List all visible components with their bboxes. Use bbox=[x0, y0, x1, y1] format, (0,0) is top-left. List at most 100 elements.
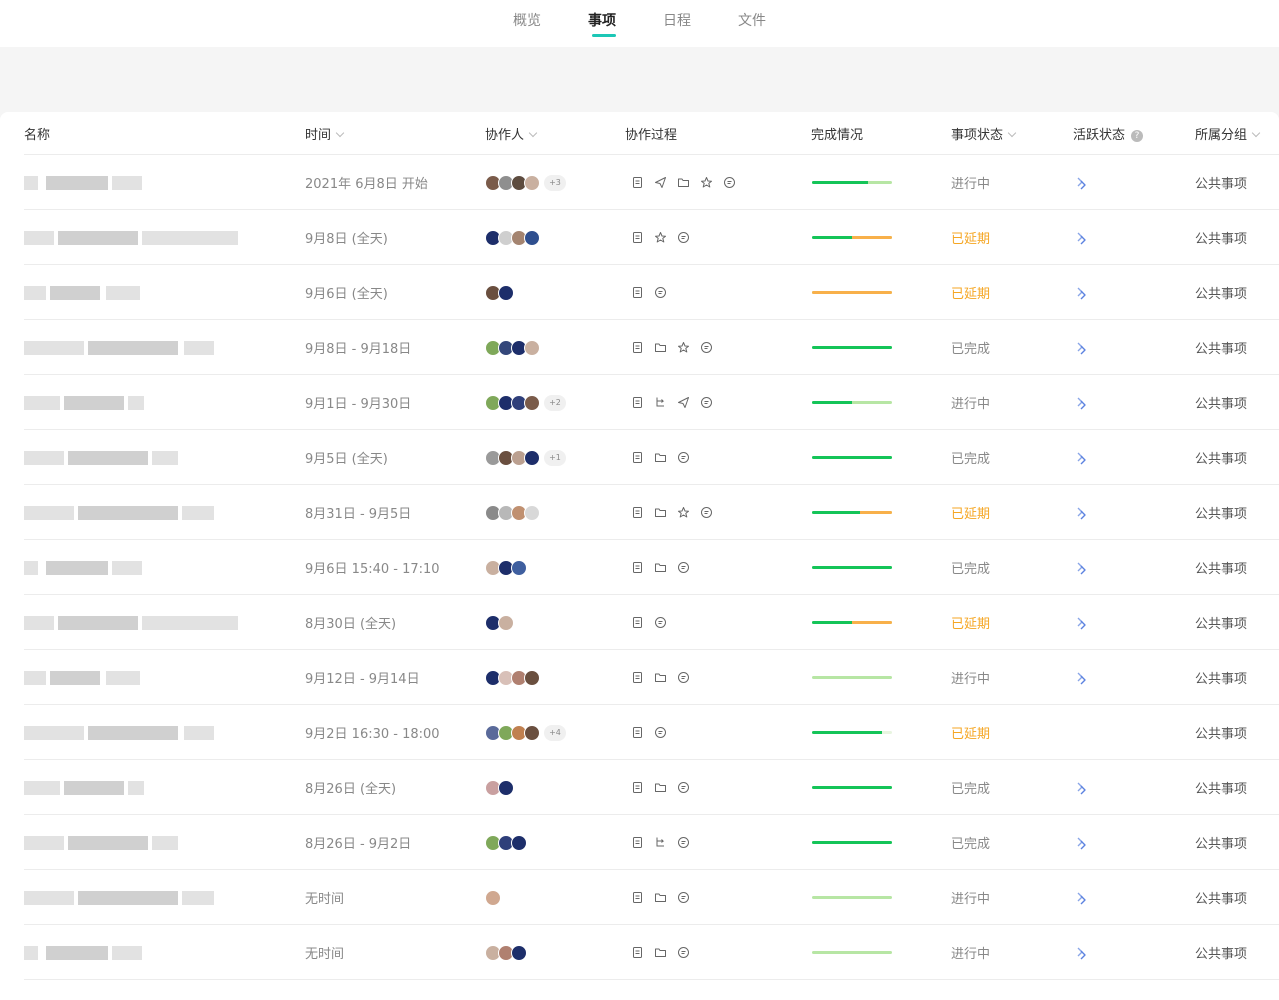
table-row[interactable]: 9月6日 (全天) 已延期 公共事项 bbox=[24, 265, 1279, 320]
activity-arrow-icon[interactable] bbox=[1075, 561, 1089, 575]
folder-icon[interactable] bbox=[654, 891, 667, 904]
document-icon[interactable] bbox=[631, 176, 644, 189]
activity-arrow-icon[interactable] bbox=[1075, 891, 1089, 905]
collaborator-avatars[interactable] bbox=[485, 595, 514, 650]
help-icon[interactable]: ? bbox=[1131, 130, 1144, 142]
comment-icon[interactable] bbox=[723, 176, 736, 189]
collaborator-avatars[interactable] bbox=[485, 265, 514, 320]
column-header-activity[interactable]: 活跃状态? bbox=[1073, 124, 1144, 143]
collaborator-avatars[interactable] bbox=[485, 485, 540, 540]
folder-icon[interactable] bbox=[654, 506, 667, 519]
comment-icon[interactable] bbox=[677, 671, 690, 684]
folder-icon[interactable] bbox=[677, 176, 690, 189]
more-collaborators-badge[interactable]: +4 bbox=[544, 724, 566, 741]
table-row[interactable]: 无时间 进行中 公共事项 bbox=[24, 870, 1279, 925]
item-name-cell[interactable] bbox=[24, 155, 142, 210]
tab-files[interactable]: 文件 bbox=[738, 10, 766, 30]
document-icon[interactable] bbox=[631, 671, 644, 684]
document-icon[interactable] bbox=[631, 561, 644, 574]
table-row[interactable]: 9月12日 - 9月14日 进行中 公共事项 bbox=[24, 650, 1279, 705]
send-icon[interactable] bbox=[654, 176, 667, 189]
document-icon[interactable] bbox=[631, 231, 644, 244]
table-row[interactable]: 8月26日 - 9月2日 已完成 公共事项 bbox=[24, 815, 1279, 870]
document-icon[interactable] bbox=[631, 946, 644, 959]
document-icon[interactable] bbox=[631, 836, 644, 849]
collaborator-avatars[interactable]: +1 bbox=[485, 430, 566, 485]
item-name-cell[interactable] bbox=[24, 925, 142, 980]
item-name-cell[interactable] bbox=[24, 595, 238, 650]
activity-arrow-icon[interactable] bbox=[1075, 231, 1089, 245]
star-icon[interactable] bbox=[677, 341, 690, 354]
folder-icon[interactable] bbox=[654, 451, 667, 464]
flow-icon[interactable] bbox=[654, 836, 667, 849]
column-header-time[interactable]: 时间 bbox=[305, 124, 345, 143]
document-icon[interactable] bbox=[631, 341, 644, 354]
activity-arrow-icon[interactable] bbox=[1075, 176, 1089, 190]
activity-arrow-icon[interactable] bbox=[1075, 506, 1089, 520]
document-icon[interactable] bbox=[631, 506, 644, 519]
collaborator-avatars[interactable] bbox=[485, 760, 514, 815]
comment-icon[interactable] bbox=[677, 946, 690, 959]
comment-icon[interactable] bbox=[677, 451, 690, 464]
folder-icon[interactable] bbox=[654, 561, 667, 574]
more-collaborators-badge[interactable]: +3 bbox=[544, 174, 566, 191]
table-row[interactable]: 9月5日 (全天) +1 已完成 公共事项 bbox=[24, 430, 1279, 485]
tab-overview[interactable]: 概览 bbox=[513, 10, 541, 30]
comment-icon[interactable] bbox=[677, 891, 690, 904]
activity-arrow-icon[interactable] bbox=[1075, 451, 1089, 465]
document-icon[interactable] bbox=[631, 451, 644, 464]
activity-arrow-icon[interactable] bbox=[1075, 946, 1089, 960]
activity-arrow-icon[interactable] bbox=[1075, 286, 1089, 300]
column-header-name[interactable]: 名称 bbox=[24, 124, 50, 143]
tab-schedule[interactable]: 日程 bbox=[663, 10, 691, 30]
document-icon[interactable] bbox=[631, 891, 644, 904]
comment-icon[interactable] bbox=[654, 286, 667, 299]
comment-icon[interactable] bbox=[700, 396, 713, 409]
folder-icon[interactable] bbox=[654, 341, 667, 354]
table-row[interactable]: 无时间 进行中 公共事项 bbox=[24, 925, 1279, 980]
item-name-cell[interactable] bbox=[24, 375, 144, 430]
document-icon[interactable] bbox=[631, 396, 644, 409]
star-icon[interactable] bbox=[700, 176, 713, 189]
table-row[interactable]: 8月31日 - 9月5日 已延期 公共事项 bbox=[24, 485, 1279, 540]
activity-arrow-icon[interactable] bbox=[1075, 616, 1089, 630]
collaborator-avatars[interactable]: +4 bbox=[485, 705, 566, 760]
comment-icon[interactable] bbox=[700, 506, 713, 519]
table-row[interactable]: 9月8日 - 9月18日 已完成 公共事项 bbox=[24, 320, 1279, 375]
table-row[interactable]: 2021年 6月8日 开始 +3 进行中 公共事项 bbox=[24, 155, 1279, 210]
table-row[interactable]: 8月26日 (全天) 已完成 公共事项 bbox=[24, 760, 1279, 815]
collaborator-avatars[interactable] bbox=[485, 815, 527, 870]
comment-icon[interactable] bbox=[677, 781, 690, 794]
comment-icon[interactable] bbox=[677, 561, 690, 574]
column-header-status[interactable]: 事项状态 bbox=[951, 124, 1017, 143]
activity-arrow-icon[interactable] bbox=[1075, 781, 1089, 795]
collaborator-avatars[interactable] bbox=[485, 925, 527, 980]
comment-icon[interactable] bbox=[700, 341, 713, 354]
folder-icon[interactable] bbox=[654, 671, 667, 684]
table-row[interactable]: 9月6日 15:40 - 17:10 已完成 公共事项 bbox=[24, 540, 1279, 595]
item-name-cell[interactable] bbox=[24, 485, 214, 540]
send-icon[interactable] bbox=[677, 396, 690, 409]
column-header-group[interactable]: 所属分组 bbox=[1195, 124, 1261, 143]
item-name-cell[interactable] bbox=[24, 540, 142, 595]
table-row[interactable]: 8月30日 (全天) 已延期 公共事项 bbox=[24, 595, 1279, 650]
table-row[interactable]: 9月1日 - 9月30日 +2 进行中 公共事项 bbox=[24, 375, 1279, 430]
activity-arrow-icon[interactable] bbox=[1075, 341, 1089, 355]
collaborator-avatars[interactable]: +3 bbox=[485, 155, 566, 210]
item-name-cell[interactable] bbox=[24, 705, 214, 760]
item-name-cell[interactable] bbox=[24, 650, 140, 705]
item-name-cell[interactable] bbox=[24, 210, 238, 265]
item-name-cell[interactable] bbox=[24, 430, 178, 485]
folder-icon[interactable] bbox=[654, 946, 667, 959]
table-row[interactable]: 9月8日 (全天) 已延期 公共事项 bbox=[24, 210, 1279, 265]
collaborator-avatars[interactable] bbox=[485, 320, 540, 375]
collaborator-avatars[interactable] bbox=[485, 870, 501, 925]
table-row[interactable]: 9月2日 16:30 - 18:00 +4 已延期 公共事项 bbox=[24, 705, 1279, 760]
item-name-cell[interactable] bbox=[24, 815, 178, 870]
star-icon[interactable] bbox=[654, 231, 667, 244]
comment-icon[interactable] bbox=[677, 836, 690, 849]
flow-icon[interactable] bbox=[654, 396, 667, 409]
collaborator-avatars[interactable] bbox=[485, 650, 540, 705]
more-collaborators-badge[interactable]: +1 bbox=[544, 449, 566, 466]
collaborator-avatars[interactable]: +2 bbox=[485, 375, 566, 430]
